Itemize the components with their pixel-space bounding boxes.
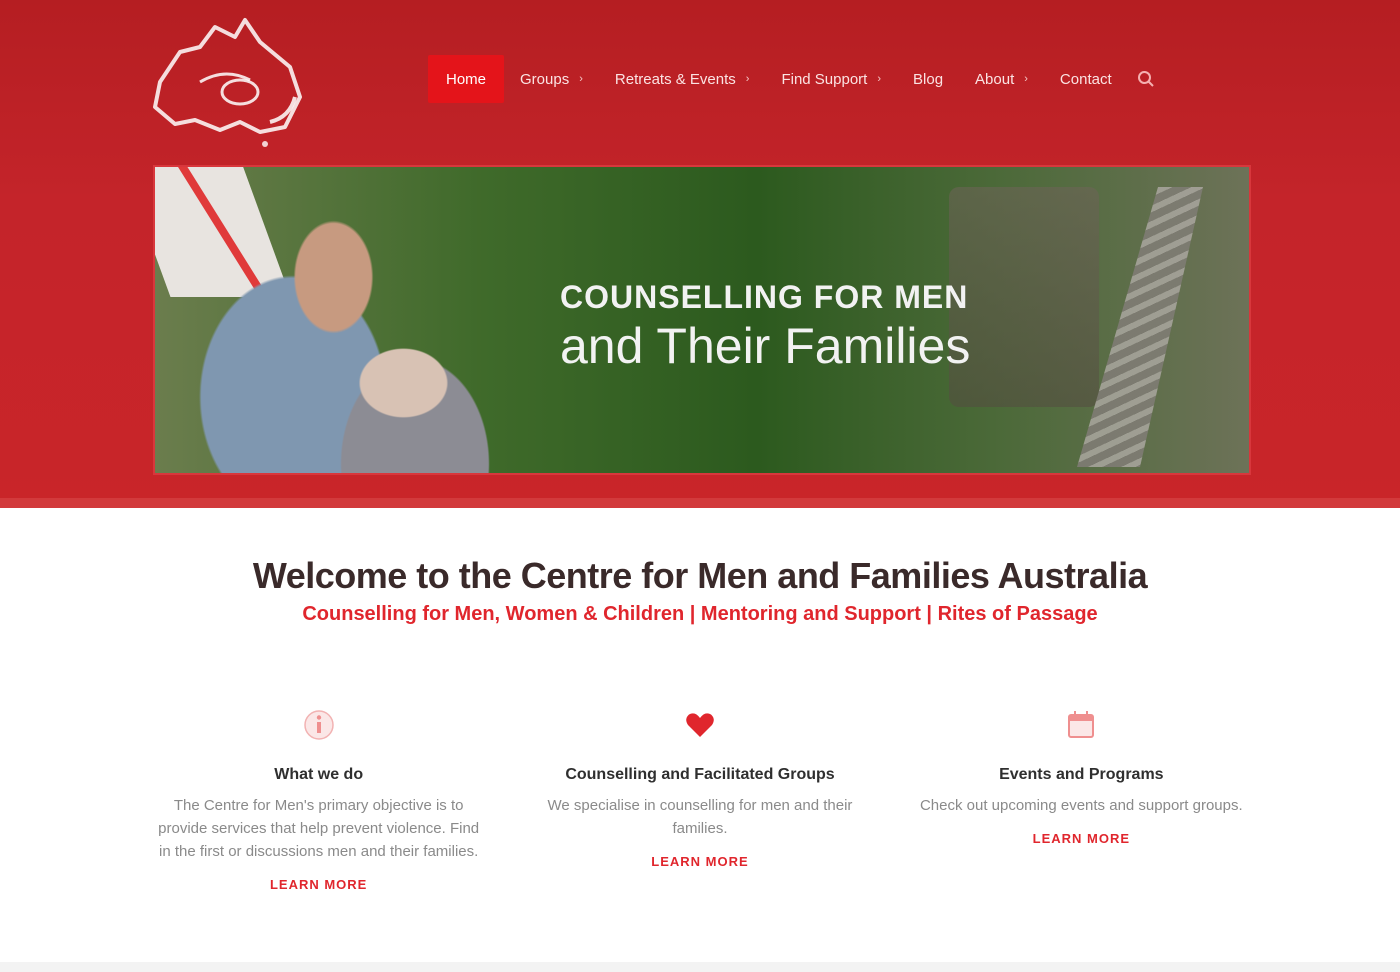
nav-find-support-label: Find Support <box>781 70 868 88</box>
chevron-down-icon: › <box>579 73 583 85</box>
page-subtitle: Counselling for Men, Women & Children | … <box>302 603 1098 625</box>
search-icon <box>1137 71 1154 87</box>
feature-title: Counselling and Facilitated Groups <box>565 766 835 783</box>
feature-text: Check out upcoming events and support gr… <box>919 797 1243 814</box>
nav-home[interactable]: Home <box>428 55 505 103</box>
feature-what-we-do: What we do The Centre for Men's primary … <box>128 700 509 894</box>
banner-subheadline: and Their Families <box>560 318 971 374</box>
hero-banner[interactable]: COUNSELLING FOR MEN and Their Families <box>153 165 1251 475</box>
banner-headline: COUNSELLING FOR MEN <box>560 279 969 315</box>
nav-retreats-events-label: Retreats & Events <box>614 70 736 88</box>
features-row: What we do The Centre for Men's primary … <box>128 700 1272 894</box>
nav-groups[interactable]: Groups › <box>504 55 599 103</box>
search-button[interactable] <box>1128 55 1164 103</box>
nav-blog[interactable]: Blog <box>897 55 959 103</box>
feature-title: Events and Programs <box>999 766 1164 783</box>
chevron-down-icon: › <box>1024 73 1028 85</box>
calendar-icon <box>891 700 1272 750</box>
footer-strip <box>0 962 1400 972</box>
info-icon <box>128 700 509 750</box>
nav-find-support[interactable]: Find Support › <box>765 55 897 103</box>
feature-events: Events and Programs Check out upcoming e… <box>891 700 1272 894</box>
feature-text: The Centre for Men's primary objective i… <box>158 797 480 860</box>
hero-band-edge <box>0 498 1400 508</box>
chevron-down-icon: › <box>877 73 882 85</box>
nav-home-label: Home <box>446 70 487 88</box>
nav-retreats-events[interactable]: Retreats & Events › <box>599 55 766 103</box>
heart-icon <box>509 700 890 750</box>
welcome-section: Welcome to the Centre for Men and Famili… <box>0 555 1400 626</box>
site-logo[interactable] <box>140 12 310 152</box>
page-title: Welcome to the Centre for Men and Famili… <box>252 555 1148 596</box>
australia-map-logo-icon <box>153 18 302 147</box>
nav-groups-label: Groups <box>520 70 570 88</box>
learn-more-link[interactable]: LEARN MORE <box>1033 831 1130 846</box>
learn-more-link[interactable]: LEARN MORE <box>270 877 367 892</box>
nav-blog-label: Blog <box>913 70 944 88</box>
feature-text: We specialise in counselling for men and… <box>547 797 853 837</box>
main-nav: Home Groups › Retreats & Events › Find S… <box>428 55 1164 103</box>
learn-more-link[interactable]: LEARN MORE <box>651 854 748 869</box>
nav-contact-label: Contact <box>1059 70 1112 88</box>
feature-counselling: Counselling and Facilitated Groups We sp… <box>509 700 890 894</box>
banner-child-photo <box>300 302 530 473</box>
nav-about[interactable]: About › <box>959 55 1044 103</box>
chevron-down-icon: › <box>745 73 750 85</box>
banner-stone-wall <box>949 187 1099 407</box>
nav-about-label: About <box>975 70 1015 88</box>
feature-title: What we do <box>274 766 364 783</box>
nav-contact[interactable]: Contact <box>1044 55 1128 103</box>
